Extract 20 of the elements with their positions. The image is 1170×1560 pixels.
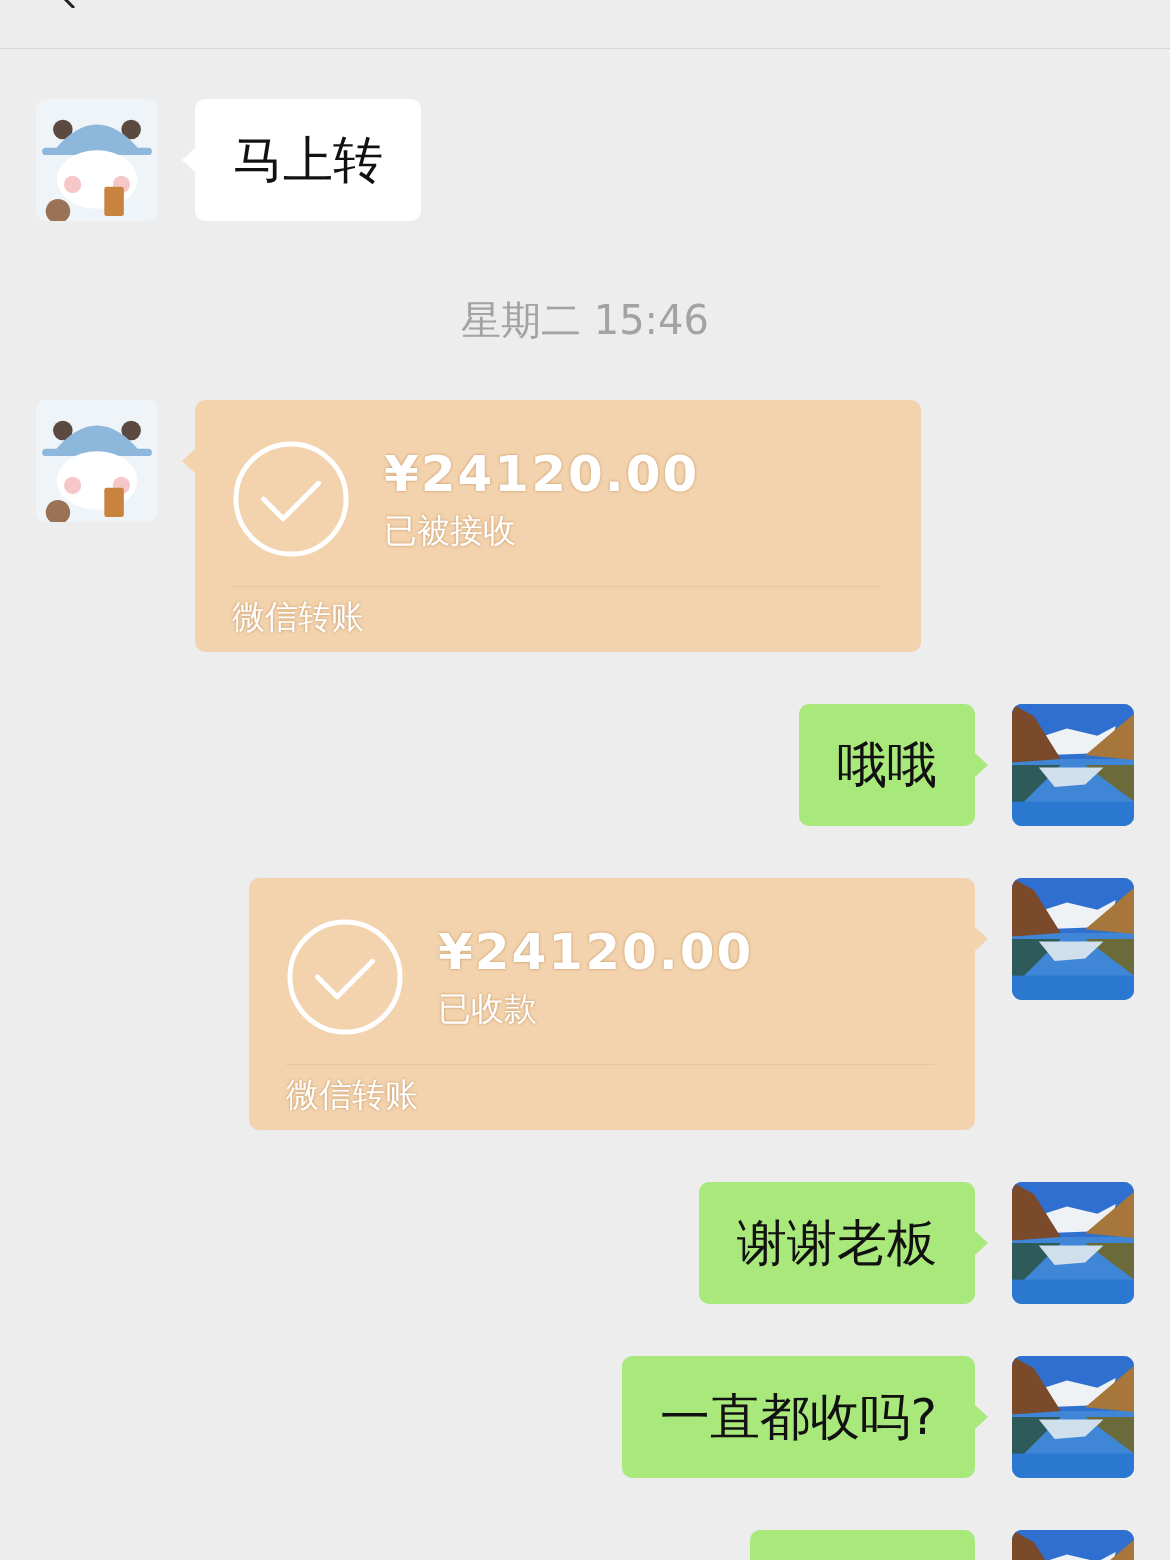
- bubble-tail: [975, 1405, 988, 1429]
- transfer-label: 微信转账: [232, 596, 365, 638]
- bubble-tail: [975, 753, 988, 777]
- transfer-card[interactable]: ¥24120.00 已收款 微信转账: [249, 878, 975, 1130]
- check-icon: [232, 440, 350, 558]
- message-bubble: 一直都收吗?: [622, 1356, 975, 1478]
- message-bubble: 哦哦: [799, 704, 975, 826]
- message-bubble: 谢谢老板: [699, 1182, 975, 1304]
- transfer-status: 已被接收: [384, 510, 517, 552]
- transfer-status: 已收款: [438, 988, 538, 1030]
- check-icon: [286, 918, 404, 1036]
- bubble-tail: [975, 1231, 988, 1255]
- transfer-card[interactable]: ¥24120.00 已被接收 微信转账: [195, 400, 921, 652]
- bubble-tail: [182, 449, 195, 473]
- transfer-amount: ¥24120.00: [438, 922, 754, 982]
- timestamp: 星期二 15:46: [460, 296, 710, 345]
- transfer-amount: ¥24120.00: [384, 444, 700, 504]
- transfer-label: 微信转账: [286, 1074, 419, 1116]
- message-bubble: 马上转: [195, 99, 421, 221]
- bubble-tail: [975, 927, 988, 951]
